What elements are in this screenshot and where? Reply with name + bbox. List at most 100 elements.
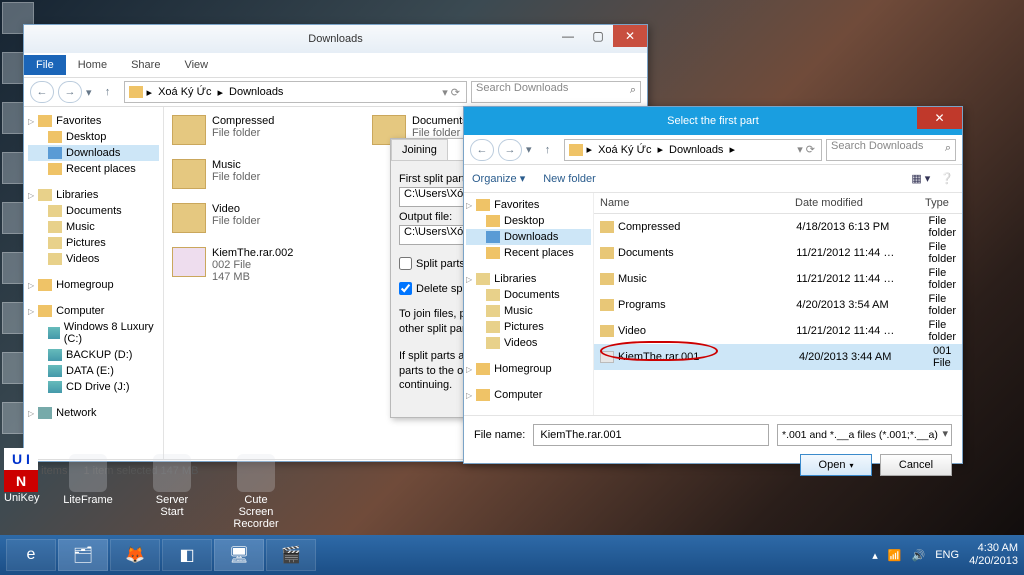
- new-folder-button[interactable]: New folder: [543, 173, 596, 185]
- col-type[interactable]: Type: [919, 193, 962, 213]
- ribbon-tab-home[interactable]: Home: [66, 55, 119, 75]
- nav-libraries[interactable]: ▷Libraries: [466, 271, 591, 287]
- nav-item-drive-c[interactable]: Windows 8 Luxury (C:): [28, 319, 159, 347]
- file-row[interactable]: Music11/21/2012 11:44 …File folder: [594, 266, 962, 292]
- nav-libraries[interactable]: ▷Libraries: [28, 187, 159, 203]
- folder-icon: [600, 247, 614, 259]
- nav-item-pictures[interactable]: Pictures: [28, 235, 159, 251]
- ribbon-tab-file[interactable]: File: [24, 55, 66, 75]
- up-button[interactable]: ↑: [96, 81, 120, 103]
- search-input[interactable]: Search Downloads: [826, 139, 956, 161]
- nav-favorites[interactable]: ▷Favorites: [466, 197, 591, 213]
- nav-item-desktop[interactable]: Desktop: [28, 129, 159, 145]
- nav-item-desktop[interactable]: Desktop: [466, 213, 591, 229]
- nav-item-recent[interactable]: Recent places: [466, 245, 591, 261]
- nav-item-downloads[interactable]: Downloads: [28, 145, 159, 161]
- col-date[interactable]: Date modified: [789, 193, 919, 213]
- computer-icon: [476, 389, 490, 401]
- titlebar[interactable]: Downloads — ▢ ✕: [24, 25, 647, 53]
- nav-homegroup[interactable]: ▷Homegroup: [466, 361, 591, 377]
- network-icon: [38, 407, 52, 419]
- up-button[interactable]: ↑: [536, 139, 560, 161]
- nav-item-drive-e[interactable]: DATA (E:): [28, 363, 159, 379]
- nav-item-music[interactable]: Music: [466, 303, 591, 319]
- back-button[interactable]: ←: [30, 81, 54, 103]
- help-icon[interactable]: ❔: [940, 172, 954, 185]
- forward-button[interactable]: →: [58, 81, 82, 103]
- star-icon: [38, 115, 52, 127]
- organize-menu[interactable]: Organize ▾: [472, 172, 525, 185]
- file-date: 4/20/2013 3:54 AM: [796, 299, 924, 311]
- file-row[interactable]: Programs4/20/2013 3:54 AMFile folder: [594, 292, 962, 318]
- nav-item-documents[interactable]: Documents: [466, 287, 591, 303]
- dialog-titlebar[interactable]: Select the first part ✕: [464, 107, 962, 135]
- taskbar-app[interactable]: ◧: [162, 539, 212, 571]
- music-icon: [486, 305, 500, 317]
- file-icon: [600, 351, 614, 363]
- taskbar-firefox[interactable]: 🦊: [110, 539, 160, 571]
- nav-item-documents[interactable]: Documents: [28, 203, 159, 219]
- nav-computer[interactable]: ▷Computer: [28, 303, 159, 319]
- file-item[interactable]: CompressedFile folder: [172, 115, 322, 145]
- nav-item-downloads[interactable]: Downloads: [466, 229, 591, 245]
- nav-item-drive-d[interactable]: BACKUP (D:): [28, 347, 159, 363]
- desktop-app-serverstart[interactable]: Server Start: [144, 454, 200, 542]
- column-headers[interactable]: Name Date modified Type: [594, 193, 962, 214]
- file-row[interactable]: Compressed4/18/2013 6:13 PMFile folder: [594, 214, 962, 240]
- desktop-app-liteframe[interactable]: LiteFrame: [60, 454, 116, 542]
- col-name[interactable]: Name: [594, 193, 789, 213]
- minimize-button[interactable]: —: [553, 25, 583, 47]
- nav-item-cd[interactable]: CD Drive (J:): [28, 379, 159, 395]
- file-row[interactable]: Video11/21/2012 11:44 …File folder: [594, 318, 962, 344]
- forward-button[interactable]: →: [498, 139, 522, 161]
- file-row[interactable]: Documents11/21/2012 11:44 …File folder: [594, 240, 962, 266]
- breadcrumb[interactable]: ▸ Xoá Ký Ức ▸ Downloads ▾ ⟳: [124, 81, 467, 103]
- taskbar-app[interactable]: 🎬: [266, 539, 316, 571]
- ribbon-tab-view[interactable]: View: [172, 55, 220, 75]
- taskbar-clock[interactable]: 4:30 AM 4/20/2013: [969, 542, 1018, 568]
- file-item[interactable]: MusicFile folder: [172, 159, 322, 189]
- file-row[interactable]: KiemThe.rar.0014/20/2013 3:44 AM001 File: [594, 344, 962, 370]
- taskbar-explorer[interactable]: 🗂: [58, 539, 108, 571]
- dialog-file-list[interactable]: Name Date modified Type Compressed4/18/2…: [594, 193, 962, 415]
- cancel-button[interactable]: Cancel: [880, 454, 952, 476]
- open-button[interactable]: Open▾: [800, 454, 872, 476]
- filter-select[interactable]: [777, 424, 952, 446]
- filename-label: File name:: [474, 429, 525, 441]
- homegroup-icon: [38, 279, 52, 291]
- chevron-down-icon[interactable]: ▾: [526, 143, 532, 156]
- close-button[interactable]: ✕: [613, 25, 647, 47]
- file-type: File folder: [928, 215, 956, 239]
- nav-network[interactable]: ▷Network: [28, 405, 159, 421]
- nav-item-pictures[interactable]: Pictures: [466, 319, 591, 335]
- close-button[interactable]: ✕: [917, 107, 962, 129]
- views-button[interactable]: ▦ ▾: [911, 172, 930, 185]
- tab-joining[interactable]: Joining: [391, 139, 448, 160]
- taskbar-ie[interactable]: e: [6, 539, 56, 571]
- back-button[interactable]: ←: [470, 139, 494, 161]
- tray-volume-icon[interactable]: 🔊: [912, 549, 926, 562]
- file-item[interactable]: VideoFile folder: [172, 203, 322, 233]
- nav-item-videos[interactable]: Videos: [466, 335, 591, 351]
- nav-item-recent[interactable]: Recent places: [28, 161, 159, 177]
- refresh-icon[interactable]: ▾ ⟳: [795, 143, 817, 156]
- taskbar-app[interactable]: 🖥: [214, 539, 264, 571]
- search-input[interactable]: Search Downloads: [471, 81, 641, 103]
- ribbon-tab-share[interactable]: Share: [119, 55, 172, 75]
- nav-item-music[interactable]: Music: [28, 219, 159, 235]
- tray-icon[interactable]: ▴: [872, 549, 878, 562]
- maximize-button[interactable]: ▢: [583, 25, 613, 47]
- breadcrumb[interactable]: ▸ Xoá Ký Ức ▸ Downloads ▸ ▾ ⟳: [564, 139, 822, 161]
- nav-homegroup[interactable]: ▷Homegroup: [28, 277, 159, 293]
- file-item[interactable]: KiemThe.rar.002002 File147 MB: [172, 247, 322, 283]
- refresh-icon[interactable]: ▾ ⟳: [440, 86, 462, 99]
- tray-network-icon[interactable]: 📶: [888, 549, 902, 562]
- filename-input[interactable]: [533, 424, 769, 446]
- tray-lang[interactable]: ENG: [935, 549, 959, 561]
- chevron-down-icon[interactable]: ▾: [86, 86, 92, 99]
- nav-item-videos[interactable]: Videos: [28, 251, 159, 267]
- desktop-app-unikey[interactable]: U I N UniKey: [4, 448, 38, 504]
- nav-favorites[interactable]: ▷Favorites: [28, 113, 159, 129]
- nav-computer[interactable]: ▷Computer: [466, 387, 591, 403]
- desktop-app-cutescreen[interactable]: Cute Screen Recorder …: [228, 454, 284, 542]
